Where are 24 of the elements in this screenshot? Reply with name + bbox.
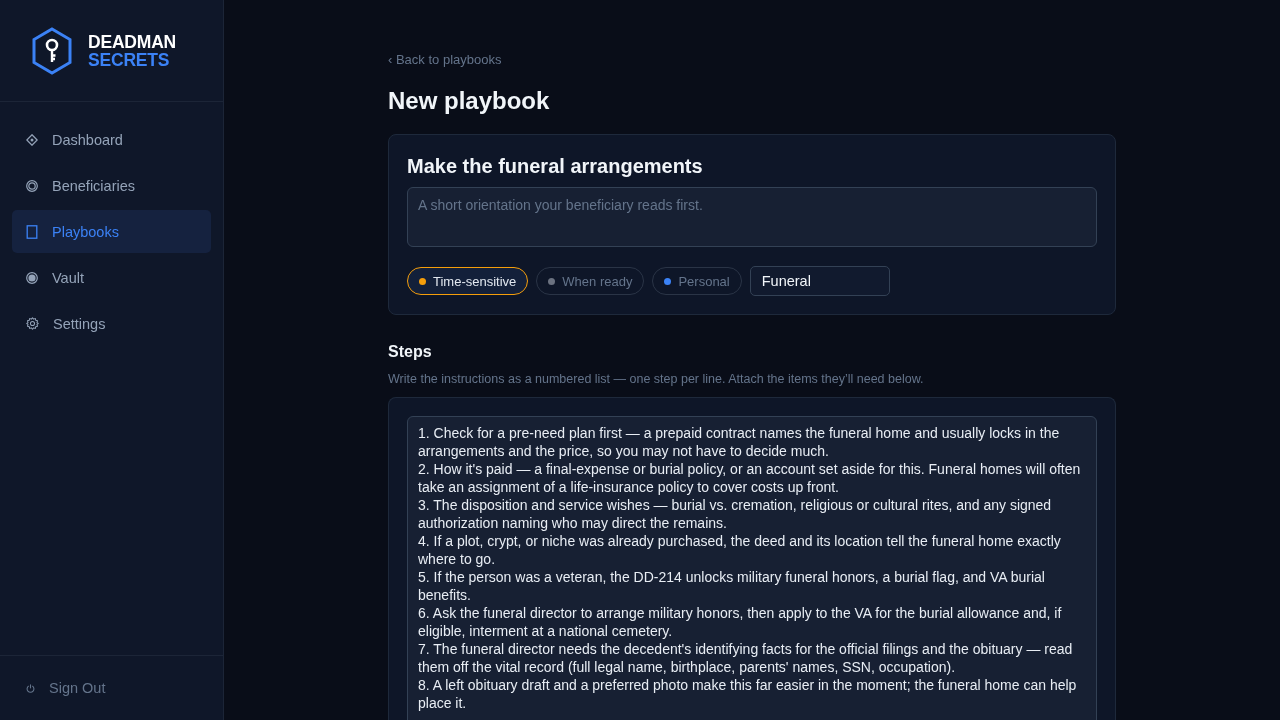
brand-subname: SECRETS	[88, 50, 171, 69]
double-ring-icon	[26, 179, 38, 192]
steps-heading: Steps	[388, 342, 432, 362]
sign-out-button[interactable]: Sign Out	[26, 680, 106, 696]
page-title: New playbook	[388, 86, 550, 116]
priority-chip[interactable]: Time-sensitive	[407, 267, 529, 295]
steps-textarea[interactable]: 1. Check for a pre-need plan first — a prepaid contract names the funeral home and usually locks in the arrangements and the price, so you may not have to decide much. 2. How it's paid — a final-expense or burial policy, or an account set aside for this. Funeral homes will often take an assignment of a life-insurance policy to cover costs up front. 3. The disposition and service wishes — burial vs. cremation, religious or cultural rites, and any signed authorization naming who may direct the remains. 4. If a plot, crypt, or niche was already purchased, the deed and its location tell the funeral home exactly where to go. 5. If the person was a veteran, the DD-214 unlocks military funeral honors, a burial flag, and VA burial benefits. 6. Ask the funeral director to arrange military honors, then apply to the VA for the burial allowance and, if eligible, interment at a national cemetery. 7. The funeral director needs the decedent's identifying facts for the official filings and the obituary — read them off the vital record (full legal name, birthplace, parents' names, SSN, occupation). 8. A left obituary draft and a preferred photo make this far easier in the moment; the funeral home can help place it.	[407, 416, 1097, 720]
hexagon-key-logo-icon	[31, 26, 73, 75]
steps-hint: Write the instructions as a numbered list — one step per line. Attach the items they’ll need below.	[388, 371, 924, 387]
category-field[interactable]: Funeral	[749, 266, 890, 296]
nav-item[interactable]: Dashboard	[12, 118, 211, 161]
summary-field[interactable]: A short orientation your beneficiary reads first.	[407, 187, 1097, 247]
book-icon	[26, 224, 38, 239]
settings-icon	[26, 317, 39, 330]
power-icon	[26, 683, 35, 693]
nav-item[interactable]: Settings	[12, 302, 211, 345]
nav-item[interactable]: Playbooks	[12, 210, 211, 253]
back-link[interactable]: ‹ Back to playbooks	[388, 52, 502, 68]
diamond-icon	[26, 133, 38, 146]
nav-item[interactable]: Beneficiaries	[12, 164, 211, 207]
brand-name: DEADMAN	[88, 32, 177, 51]
nav-item[interactable]: Vault	[12, 256, 211, 299]
playbook-title: Make the funeral arrangements	[407, 154, 704, 179]
radio-dot-icon	[26, 271, 38, 284]
